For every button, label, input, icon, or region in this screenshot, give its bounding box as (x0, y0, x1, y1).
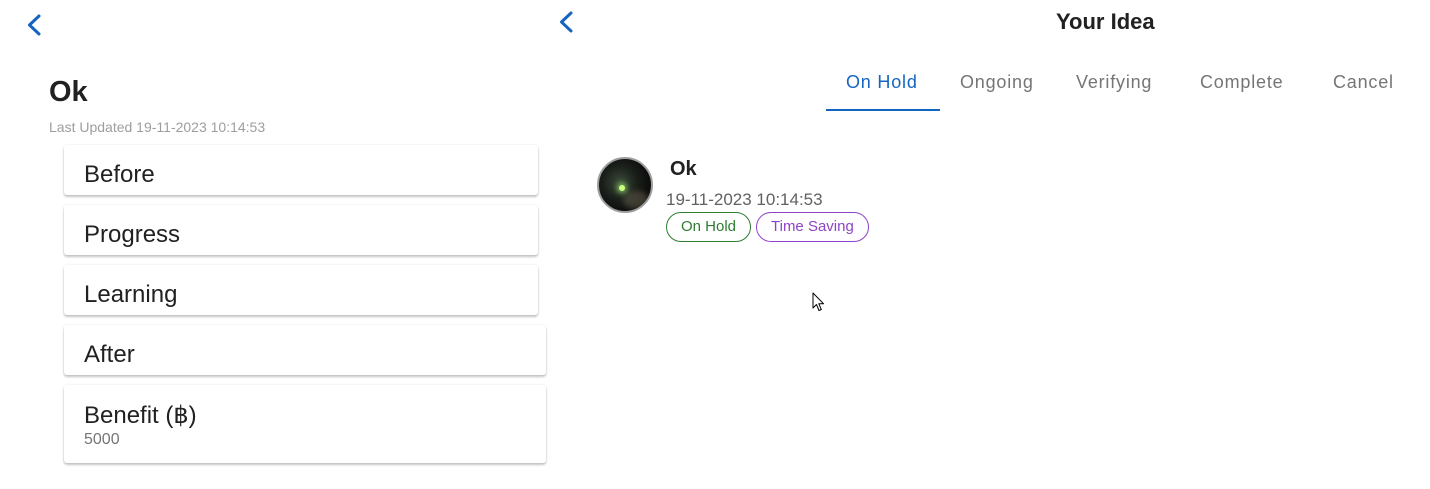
status-chip: On Hold (666, 212, 752, 242)
mouse-pointer-icon (812, 292, 825, 312)
section-card-benefit[interactable]: Benefit (฿) 5000 (64, 385, 546, 463)
section-label: After (84, 341, 135, 368)
detail-title: Ok (49, 76, 88, 108)
section-label: Before (84, 161, 155, 188)
tab-verifying[interactable]: Verifying (1076, 72, 1152, 93)
idea-date: 19-11-2023 10:14:53 (666, 190, 823, 209)
avatar-image-glow (623, 191, 649, 209)
back-chevron-left-icon[interactable] (23, 13, 47, 37)
section-label: Benefit (฿) (84, 402, 197, 429)
tab-on-hold[interactable]: On Hold (846, 72, 918, 93)
active-tab-indicator (826, 109, 940, 111)
tab-ongoing[interactable]: Ongoing (960, 72, 1034, 93)
section-label: Learning (84, 281, 178, 308)
avatar-image-light (619, 185, 625, 191)
section-card-after[interactable]: After (64, 325, 546, 375)
section-label: Progress (84, 221, 181, 248)
section-card-learning[interactable]: Learning (64, 265, 538, 315)
section-card-before[interactable]: Before (64, 145, 538, 195)
idea-title[interactable]: Ok (670, 158, 697, 181)
page-title: Your Idea (1056, 9, 1155, 34)
back-chevron-left-icon[interactable] (555, 10, 579, 34)
last-updated-text: Last Updated 19-11-2023 10:14:53 (49, 119, 266, 135)
tab-complete[interactable]: Complete (1200, 72, 1283, 93)
category-chip: Time Saving (756, 212, 869, 242)
benefit-value: 5000 (84, 431, 120, 448)
section-card-progress[interactable]: Progress (64, 205, 538, 255)
avatar[interactable] (597, 157, 653, 213)
tab-cancel[interactable]: Cancel (1333, 72, 1394, 93)
